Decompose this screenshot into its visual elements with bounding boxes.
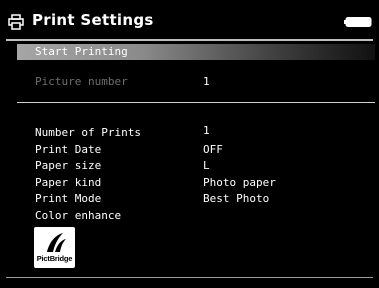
setting-value: OFF: [203, 143, 223, 156]
title-bar: Print Settings: [0, 0, 379, 40]
pictbridge-swirl-icon: [47, 233, 66, 252]
setting-value: Best Photo: [203, 192, 270, 205]
setting-label: Paper size: [35, 159, 102, 172]
title-divider: [6, 39, 373, 41]
setting-value: 1: [203, 124, 210, 137]
setting-label: Color enhance: [35, 209, 122, 222]
setting-label: Print Mode: [35, 192, 102, 205]
setting-label: Paper kind: [35, 176, 102, 189]
setting-value: L: [203, 159, 210, 172]
setting-value: Photo paper: [203, 176, 276, 189]
pictbridge-text: PictBridge: [36, 254, 73, 263]
printer-icon: [8, 14, 24, 30]
start-printing-label[interactable]: Start Printing: [35, 45, 128, 59]
picture-number-value: 1: [203, 75, 210, 88]
page-title: Print Settings: [32, 11, 154, 29]
pictbridge-logo: PictBridge: [34, 227, 75, 268]
bottom-divider: [6, 277, 373, 278]
setting-label: Number of Prints: [35, 126, 141, 139]
setting-label: Print Date: [35, 143, 102, 156]
picture-number-label: Picture number: [35, 75, 128, 88]
battery-icon: [344, 17, 372, 27]
section-divider: [17, 102, 375, 103]
